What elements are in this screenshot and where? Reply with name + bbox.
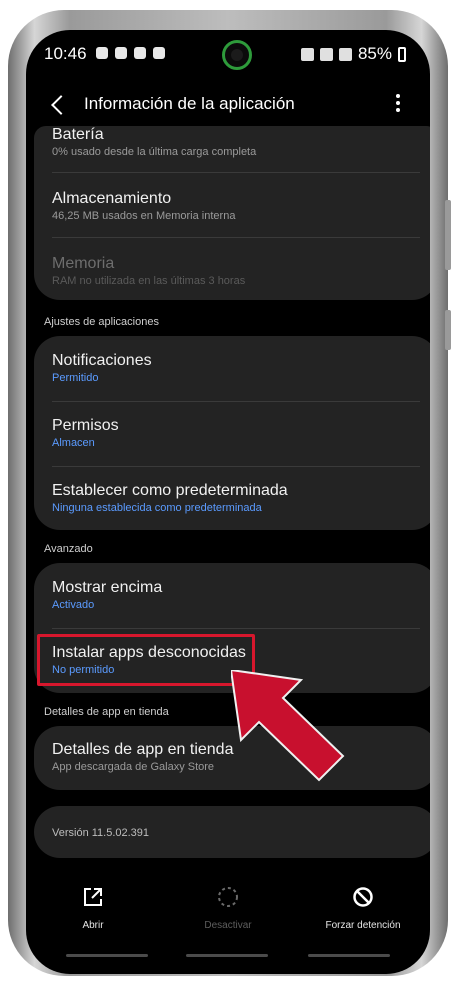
battery-percent: 85% xyxy=(357,44,392,63)
item-title: Memoria xyxy=(52,255,115,272)
item-title: Establecer como predeterminada xyxy=(52,482,288,499)
image-icon xyxy=(134,47,146,59)
item-title: Mostrar encima xyxy=(52,579,163,596)
disable-action[interactable]: Desactivar xyxy=(173,886,283,931)
usage-card: Batería 0% usado desde la última carga c… xyxy=(34,126,430,300)
nav-bar-center xyxy=(186,954,268,957)
notifications-item[interactable]: Notificaciones Permitido xyxy=(52,352,428,384)
item-title: Batería xyxy=(52,126,104,143)
set-default-item[interactable]: Establecer como predeterminada Ninguna e… xyxy=(52,482,428,514)
divider xyxy=(52,466,420,467)
signal-icon xyxy=(338,47,352,61)
notification-icon xyxy=(115,47,127,59)
divider xyxy=(52,172,420,173)
battery-icon xyxy=(398,46,406,62)
version-card: Versión 11.5.02.391 xyxy=(34,806,430,858)
wifi-icon xyxy=(319,47,333,61)
screen: 10:46 85% Información de la aplicación B… xyxy=(26,30,430,974)
nav-bar-left xyxy=(66,954,148,957)
divider xyxy=(52,237,420,238)
notification-icon xyxy=(153,47,165,59)
divider xyxy=(52,401,420,402)
status-time: 10:46 xyxy=(44,44,87,63)
permissions-item[interactable]: Permisos Almacen xyxy=(52,417,428,449)
action-label: Desactivar xyxy=(204,920,252,931)
divider xyxy=(52,628,420,629)
mute-icon xyxy=(300,47,314,61)
item-subtitle: RAM no utilizada en las últimas 3 horas xyxy=(52,275,246,287)
memory-item[interactable]: Memoria RAM no utilizada en las últimas … xyxy=(52,255,428,287)
display-over-item[interactable]: Mostrar encima Activado xyxy=(52,579,428,611)
item-title: Almacenamiento xyxy=(52,190,172,207)
status-right: 85% xyxy=(300,44,406,64)
app-settings-card: Notificaciones Permitido Permisos Almace… xyxy=(34,336,430,530)
item-subtitle: 0% usado desde la última carga completa xyxy=(52,146,257,158)
item-title: Permisos xyxy=(52,417,119,434)
item-subtitle: Permitido xyxy=(52,372,99,384)
battery-item[interactable]: Batería 0% usado desde la última carga c… xyxy=(52,126,428,158)
bottom-action-bar: Abrir Desactivar Forzar detención xyxy=(26,876,430,946)
status-bar: 10:46 85% xyxy=(26,30,430,74)
action-label: Forzar detención xyxy=(325,920,401,931)
item-subtitle: Activado xyxy=(52,599,95,611)
item-subtitle: 46,25 MB usados en Memoria interna xyxy=(52,210,236,222)
section-header-app-settings: Ajustes de aplicaciones xyxy=(44,316,159,328)
item-subtitle: Ninguna establecida como predeterminada xyxy=(52,502,262,514)
action-label: Abrir xyxy=(82,920,104,931)
notification-icon xyxy=(96,47,108,59)
pointer-arrow-icon xyxy=(231,670,345,782)
nav-bar-right xyxy=(308,954,390,957)
item-subtitle: Almacen xyxy=(52,437,95,449)
highlight-box xyxy=(37,634,255,686)
item-title: Notificaciones xyxy=(52,352,152,369)
front-camera xyxy=(222,40,252,70)
section-header-advanced: Avanzado xyxy=(44,543,93,555)
back-arrow-icon[interactable] xyxy=(51,95,71,115)
storage-item[interactable]: Almacenamiento 46,25 MB usados en Memori… xyxy=(52,190,428,222)
force-stop-action[interactable]: Forzar detención xyxy=(308,886,418,931)
volume-button xyxy=(445,200,451,270)
section-header-store: Detalles de app en tienda xyxy=(44,706,169,718)
version-text: Versión 11.5.02.391 xyxy=(52,827,150,839)
more-options-icon[interactable] xyxy=(395,92,400,114)
power-button xyxy=(445,310,451,350)
open-external-icon xyxy=(84,888,102,906)
force-stop-icon xyxy=(353,887,373,907)
notification-icons xyxy=(96,47,165,59)
version-item: Versión 11.5.02.391 xyxy=(52,825,428,839)
open-action[interactable]: Abrir xyxy=(38,886,148,931)
page-title: Información de la aplicación xyxy=(84,94,295,113)
disable-icon xyxy=(218,887,238,907)
